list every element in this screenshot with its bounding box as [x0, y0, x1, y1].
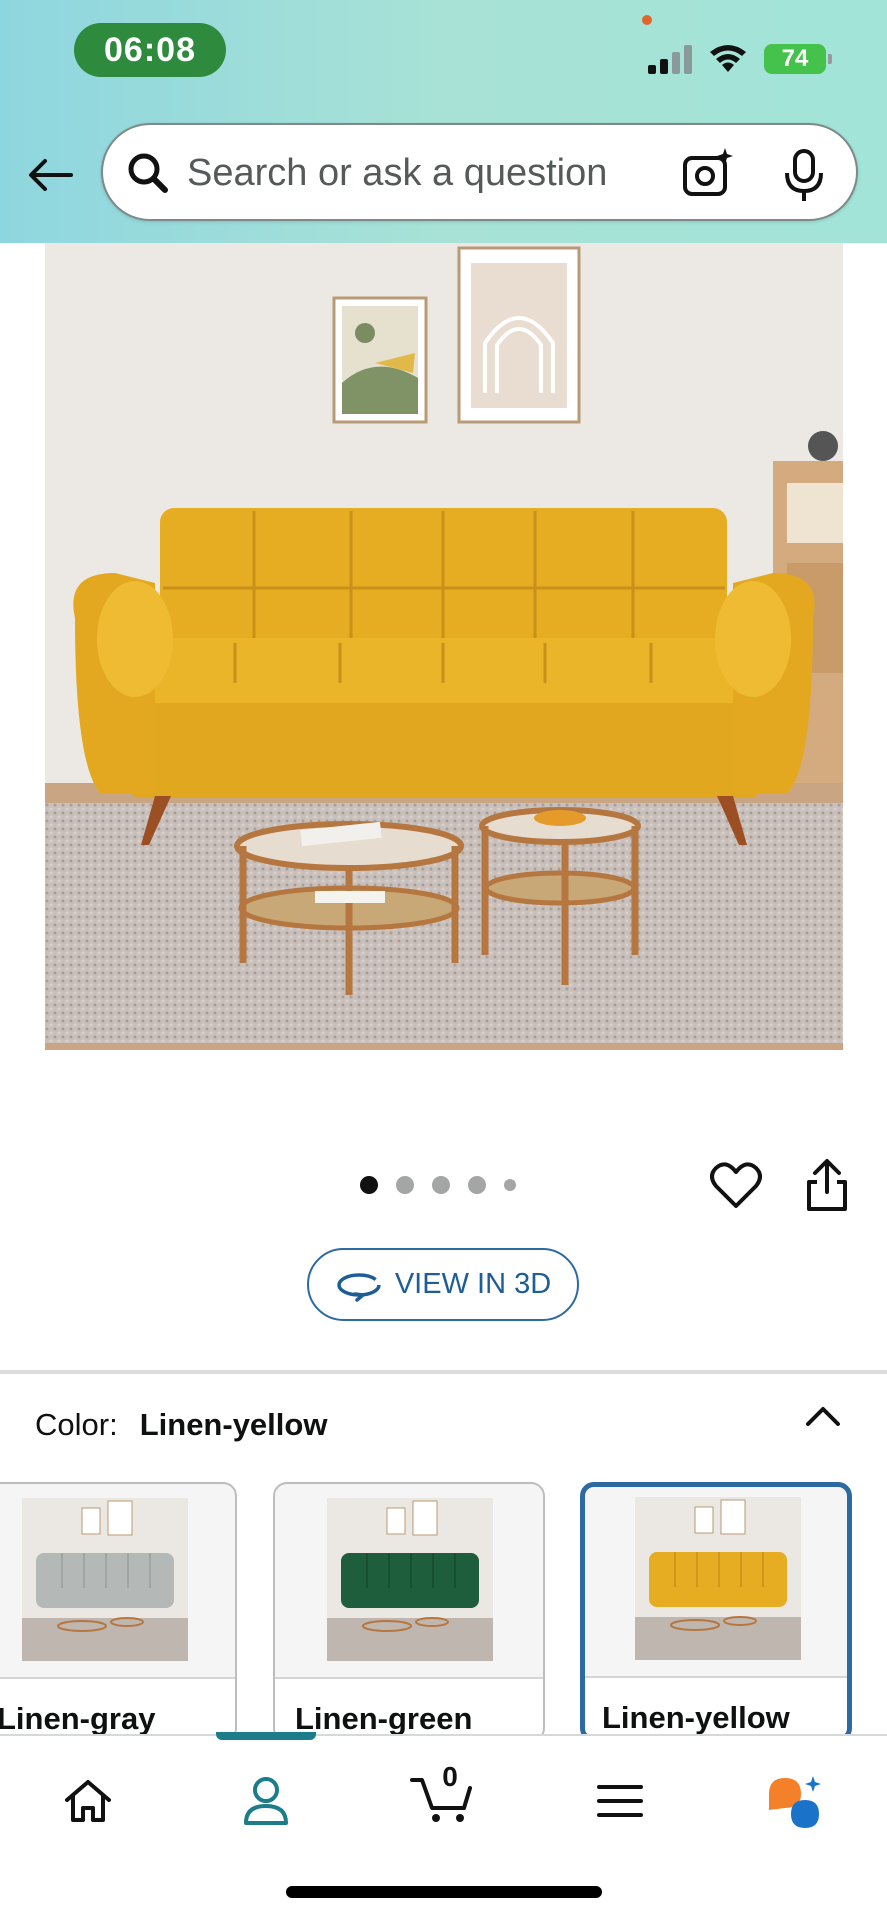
heart-icon[interactable] [710, 1160, 762, 1210]
person-icon [244, 1777, 288, 1825]
signal-icon [648, 44, 694, 74]
carousel-dot[interactable] [432, 1176, 450, 1194]
header: 06:08 74 [0, 0, 887, 243]
search-input[interactable] [187, 145, 667, 201]
view-in-3d-button[interactable]: VIEW IN 3D [307, 1248, 579, 1321]
product-image[interactable] [45, 243, 843, 1050]
swatch-thumbnail [22, 1498, 188, 1661]
rufus-assistant-icon [769, 1776, 821, 1828]
search-icon [128, 153, 168, 193]
status-time: 06:08 [74, 23, 226, 77]
status-bar: 06:08 74 [0, 0, 887, 100]
cart-icon: 0 [410, 1761, 472, 1822]
home-icon [65, 1780, 111, 1822]
share-icon[interactable] [805, 1158, 849, 1212]
swatch-thumbnail [327, 1498, 493, 1661]
camera-indicator-icon [642, 15, 652, 25]
home-indicator [286, 1886, 602, 1898]
view-in-3d-label: VIEW IN 3D [394, 1268, 552, 1300]
nav-menu[interactable] [585, 1766, 655, 1836]
color-option-label: Linen-gray [0, 1677, 235, 1740]
back-button[interactable] [24, 150, 76, 200]
color-option-linen-gray[interactable]: Linen-gray [0, 1482, 237, 1742]
hamburger-menu-icon [597, 1785, 643, 1817]
carousel-dots [360, 1175, 516, 1195]
battery-icon: 74 [764, 44, 832, 74]
color-option-label: Linen-yellow [585, 1676, 847, 1737]
section-divider [0, 1370, 887, 1374]
arrow-left-icon [29, 159, 73, 191]
carousel-dot[interactable] [468, 1176, 486, 1194]
camera-search-icon[interactable] [681, 146, 737, 202]
nav-rufus[interactable] [760, 1766, 830, 1836]
microphone-icon[interactable] [781, 147, 827, 203]
carousel-dot[interactable] [504, 1179, 516, 1191]
color-option-linen-yellow[interactable]: Linen-yellow [580, 1482, 852, 1742]
sofa-photo [45, 243, 843, 1050]
nav-home[interactable] [53, 1766, 123, 1836]
search-bar[interactable] [101, 123, 858, 221]
carousel-dot[interactable] [396, 1176, 414, 1194]
cart-count: 0 [442, 1761, 458, 1792]
carousel-dot[interactable] [360, 1176, 378, 1194]
nav-cart[interactable]: 0 [408, 1756, 478, 1826]
color-label: Color: [35, 1407, 118, 1442]
wifi-icon [710, 45, 746, 72]
selected-color: Linen-yellow [139, 1407, 328, 1442]
active-tab-indicator [216, 1732, 316, 1740]
color-selector-header: Color: Linen-yellow [35, 1405, 327, 1445]
color-option-linen-green[interactable]: Linen-green [273, 1482, 545, 1742]
rotate-3d-icon [337, 1272, 381, 1302]
swatch-thumbnail [635, 1497, 801, 1660]
chevron-up-icon[interactable] [802, 1398, 844, 1434]
nav-account[interactable] [231, 1766, 301, 1836]
